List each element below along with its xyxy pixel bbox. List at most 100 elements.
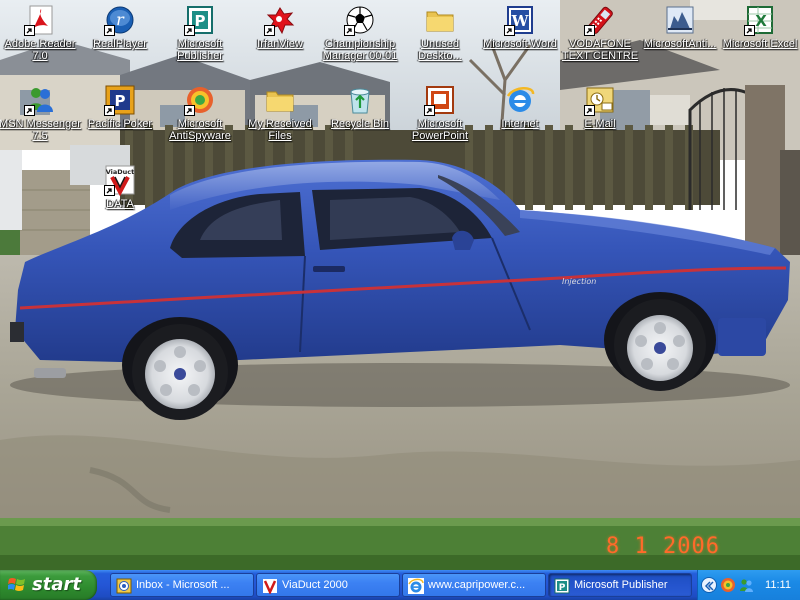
desktop-icon-label: MSN Messenger 7.5 [0,118,81,142]
antispyware-tray-icon[interactable] [720,577,736,593]
desktop-icon-label: Recycle Bin [330,118,390,130]
shortcut-arrow-icon [344,25,355,36]
shortcut-arrow-icon [104,185,115,196]
svg-text:ViaDuct: ViaDuct [106,168,135,176]
shortcut-arrow-icon [24,105,35,116]
irfanview-icon [264,4,296,36]
realplayer-icon: r [104,4,136,36]
start-button[interactable]: start [0,570,97,600]
shortcut-arrow-icon [584,105,595,116]
svg-text:r: r [116,10,125,29]
publisher-icon: P [184,4,216,36]
taskbar-button-label: ViaDuct 2000 [282,579,348,591]
excel-icon: X [744,4,776,36]
desktop-icon-recycle-bin[interactable]: Recycle Bin [318,84,402,130]
windows-logo-icon [7,577,26,597]
shortcut-arrow-icon [184,105,195,116]
powerpoint-icon [424,84,456,116]
shortcut-arrow-icon [104,105,115,116]
football-icon [344,4,376,36]
phone-icon [584,4,616,36]
desktop-icon-label: Pacific Poker [87,118,153,130]
desktop-icon-pacific-poker[interactable]: P Pacific Poker [78,84,162,130]
viaduct-icon: ViaDuct [104,164,136,196]
desktop-icon-label: Championship Manager 00-01 [322,38,398,62]
taskbar-clock[interactable]: 11:11 [758,570,798,600]
outlook-icon [116,578,132,594]
recycle-bin-icon [344,84,376,116]
desktop-icon-label: Microsoft Publisher [177,38,223,62]
desktop-icon-label: Unused Deskto... [418,38,462,62]
desktop-icon-label: RealPlayer [93,38,147,50]
desktop-icon-label: Microsoft Excel [722,38,798,50]
shortcut-arrow-icon [584,25,595,36]
desktop-icon-antispyware[interactable]: Microsoft AntiSpyware [158,84,242,142]
desktop-icon-unused-desktop[interactable]: Unused Deskto... [398,4,482,62]
folder-icon [424,4,456,36]
shortcut-arrow-icon [264,25,275,36]
taskbar-button-label: Microsoft Publisher [574,579,668,591]
folder-icon [264,84,296,116]
internet-explorer-icon [504,84,536,116]
desktop-icon-label: VODAFONE TEXT CENTRE [561,38,639,62]
desktop-icon-email[interactable]: E-Mail [558,84,642,130]
desktop-icon-my-received-files[interactable]: My Received Files [238,84,322,142]
svg-text:P: P [559,583,566,593]
desktop-icon-label: DATA [106,198,134,210]
shortcut-arrow-icon [104,25,115,36]
desktop-icon-label: Microsoft Word [483,38,557,50]
photo-date-stamp: 8 1 2006 [606,534,720,559]
show-hidden-icons-chevron-icon[interactable] [701,577,717,593]
svg-text:P: P [115,92,126,110]
taskbar: start Inbox - Microsoft ... ViaDuct 2000… [0,570,800,600]
shortcut-arrow-icon [424,105,435,116]
start-label: start [32,574,81,595]
desktop-icon-label: Microsoft PowerPoint [411,118,469,142]
antispyware-castle-icon [664,4,696,36]
svg-text:Injection: Injection [562,277,596,286]
poker-icon: P [104,84,136,116]
msn-messenger-tray-icon[interactable] [738,577,754,593]
shortcut-arrow-icon [744,25,755,36]
publisher-icon: P [554,578,570,594]
shortcut-arrow-icon [504,25,515,36]
internet-explorer-icon [408,578,424,594]
taskbar-button-label: www.capripower.c... [428,579,526,591]
taskbar-button-inbox[interactable]: Inbox - Microsoft ... [110,573,254,597]
desktop-icon-label: My Received Files [248,118,312,142]
desktop-icon-internet[interactable]: Internet [478,84,562,130]
taskbar-button-capripower[interactable]: www.capripower.c... [402,573,546,597]
desktop-icon-excel[interactable]: X Microsoft Excel [718,4,800,50]
desktop-icon-label: Adobe Reader 7.0 [4,38,76,62]
desktop-icon-championship-manager[interactable]: Championship Manager 00-01 [318,4,402,62]
taskbar-button-publisher[interactable]: P Microsoft Publisher [548,573,692,597]
system-tray: 11:11 [697,570,800,600]
desktop-icon-label: Internet [501,118,539,130]
desktop-icon-word[interactable]: W Microsoft Word [478,4,562,50]
desktop-icon-vodafone[interactable]: VODAFONE TEXT CENTRE [558,4,642,62]
antispyware-icon [184,84,216,116]
desktop-icon-msn-messenger[interactable]: MSN Messenger 7.5 [0,84,82,142]
shortcut-arrow-icon [184,25,195,36]
desktop-icon-realplayer[interactable]: r RealPlayer [78,4,162,50]
desktop-icon-powerpoint[interactable]: Microsoft PowerPoint [398,84,482,142]
svg-text:X: X [755,12,767,30]
msn-messenger-icon [24,84,56,116]
shortcut-arrow-icon [24,25,35,36]
taskbar-button-label: Inbox - Microsoft ... [136,579,230,591]
desktop-icon-label: IrfanView [257,38,303,50]
word-icon: W [504,4,536,36]
desktop-icon-antispyware-top[interactable]: MicrosoftAnti... [638,4,722,50]
email-icon [584,84,616,116]
desktop-icon-adobe-reader[interactable]: Adobe Reader 7.0 [0,4,82,62]
desktop-icon-label: MicrosoftAnti... [643,38,717,50]
desktop-icon-irfanview[interactable]: IrfanView [238,4,322,50]
adobe-reader-icon [24,4,56,36]
taskbar-button-viaduct[interactable]: ViaDuct 2000 [256,573,400,597]
desktop-icon-label: Microsoft AntiSpyware [169,118,231,142]
desktop-icon-publisher[interactable]: P Microsoft Publisher [158,4,242,62]
desktop-icon-label: E-Mail [584,118,616,130]
svg-text:P: P [195,12,206,30]
viaduct-icon [262,578,278,596]
desktop-icon-data[interactable]: ViaDuct DATA [78,164,162,210]
